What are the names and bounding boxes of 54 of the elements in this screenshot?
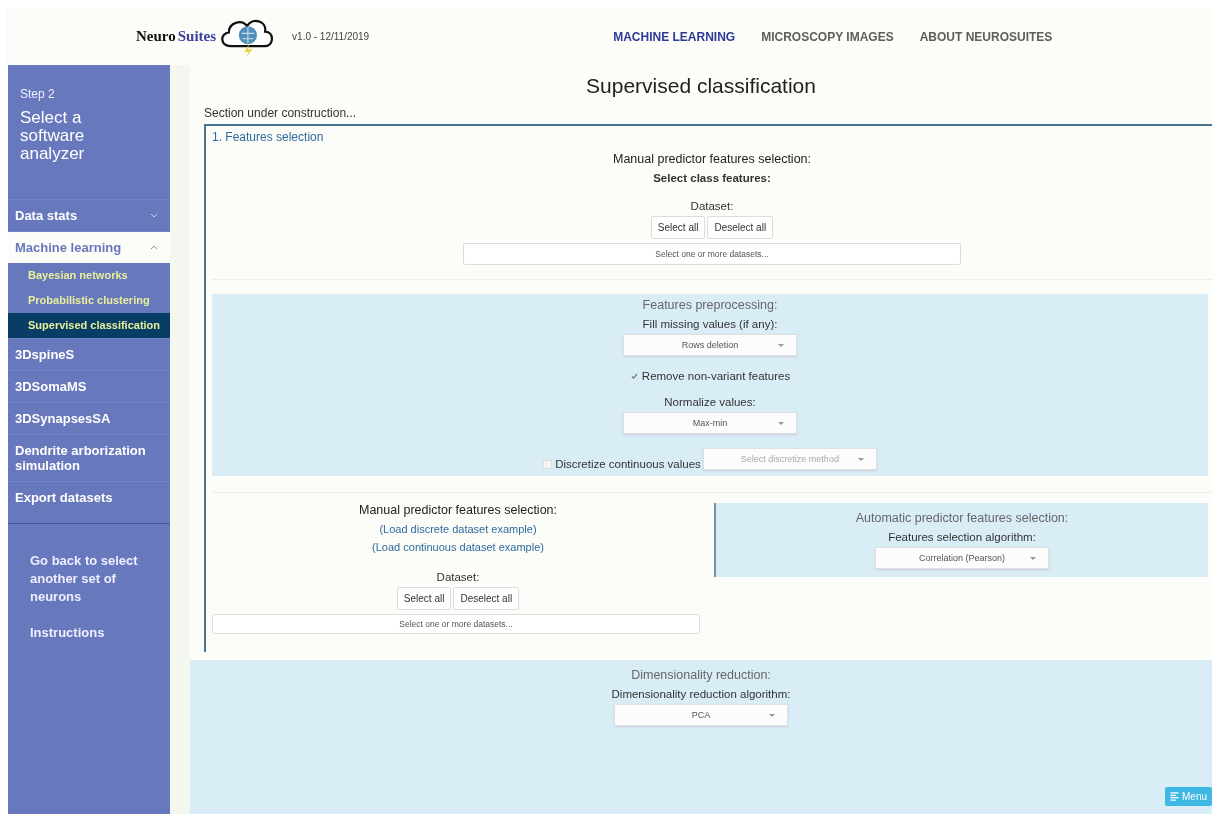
- caret-icon: [778, 422, 784, 425]
- caret-icon: [769, 714, 775, 717]
- select-button[interactable]: Deselect all: [707, 216, 774, 239]
- subsection-heading: Automatic predictor features selection:: [855, 511, 1069, 525]
- sidebar-subitem[interactable]: Bayesian networks: [8, 263, 170, 288]
- caret-icon: [778, 344, 784, 347]
- select-button[interactable]: Select all: [650, 216, 706, 239]
- subsection-heading: Features preprocessing:: [642, 298, 778, 312]
- example-link[interactable]: (Load continuous dataset example): [372, 541, 544, 553]
- select-button[interactable]: Select all: [396, 587, 452, 610]
- chevron-down-icon: [150, 212, 158, 219]
- dropdown[interactable]: Max-min: [623, 412, 797, 434]
- field-label: Normalize values:: [664, 396, 756, 408]
- dropdown[interactable]: Correlation (Pearson): [875, 547, 1049, 569]
- nav-link[interactable]: MICROSCOPY IMAGES: [761, 29, 894, 44]
- sidebar-link[interactable]: Go back to select another set of neurons: [30, 552, 160, 606]
- field-label: Fill missing values (if any):: [642, 318, 778, 330]
- subsection-heading: Dimensionality reduction:: [631, 668, 771, 682]
- sidebar-item[interactable]: Machine learning: [8, 231, 170, 263]
- example-link[interactable]: (Load discrete dataset example): [379, 523, 537, 535]
- field-label: Dimensionality reduction algorithm:: [611, 688, 791, 700]
- dataset-field[interactable]: Select one or more datasets...: [463, 243, 961, 265]
- nav-link[interactable]: ABOUT NEUROSUITES: [919, 29, 1053, 44]
- logo-text: Suites: [177, 28, 217, 45]
- field-label: Dataset:: [690, 200, 734, 212]
- checkbox[interactable]: [629, 371, 639, 381]
- field-label: Select class features:: [653, 172, 771, 184]
- logo-text: Neuro: [136, 28, 176, 45]
- field-label: Dataset:: [436, 571, 480, 583]
- checkmark-icon: [630, 373, 638, 379]
- version-text: v1.0 - 12/11/2019: [292, 31, 370, 42]
- nav-link[interactable]: MACHINE LEARNING: [613, 29, 736, 44]
- dropdown[interactable]: PCA: [614, 704, 788, 726]
- subsection-heading: Manual predictor features selection:: [613, 152, 811, 166]
- section-title: 1. Features selection: [212, 130, 325, 144]
- checkbox[interactable]: [543, 459, 553, 469]
- checkbox-label: Discretize continuous values: [555, 458, 701, 470]
- dropdown[interactable]: Rows deletion: [623, 334, 797, 356]
- caret-icon: [1030, 557, 1036, 560]
- menu-icon: [1170, 792, 1179, 801]
- select-button[interactable]: Deselect all: [453, 587, 520, 610]
- field-label: Features selection algorithm:: [888, 531, 1036, 543]
- chevron-up-icon: [150, 244, 158, 251]
- sidebar-subitem[interactable]: Probabilistic clustering: [8, 288, 170, 313]
- sidebar-subitem[interactable]: Supervised classification: [8, 313, 170, 338]
- caret-icon: [857, 458, 864, 461]
- dataset-field[interactable]: Select one or more datasets...: [212, 614, 700, 634]
- sidebar-link[interactable]: Instructions: [30, 624, 160, 642]
- subsection-heading: Manual predictor features selection:: [359, 503, 557, 517]
- page-title: Supervised classification: [585, 73, 817, 98]
- checkbox-label: Remove non-variant features: [641, 370, 791, 382]
- sidebar-title: Select a software analyzer: [19, 107, 86, 163]
- notice-text: Section under construction...: [204, 106, 358, 120]
- step-label: Step 2: [19, 86, 56, 101]
